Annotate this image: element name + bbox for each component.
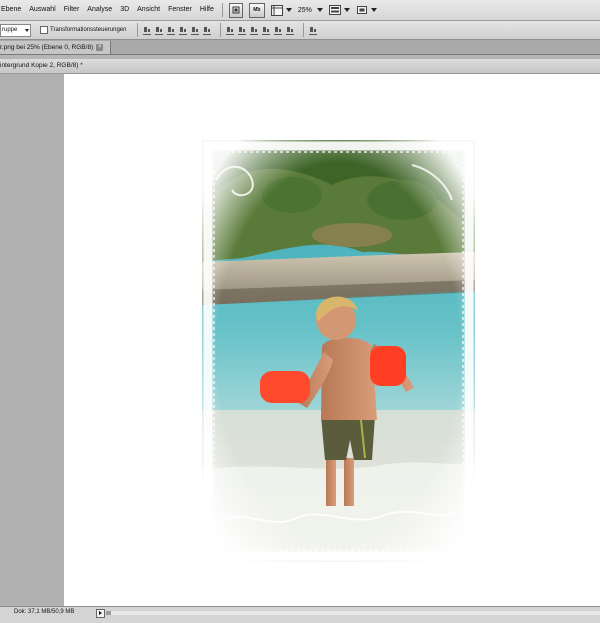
options-bar: ruppe Transformationssteuerungen — [0, 21, 600, 40]
align-horizontal-center-icon[interactable] — [190, 26, 199, 35]
menu-ebene[interactable]: Ebene — [0, 0, 25, 20]
document-tab-bar: r.png bei 25% (Ebene 0, RGB/8) × — [0, 40, 600, 55]
menu-hilfe[interactable]: Hilfe — [196, 0, 218, 20]
distribute-bottom-icon[interactable] — [249, 26, 258, 35]
options-separator — [219, 23, 221, 37]
arrange-documents-dropdown[interactable] — [328, 5, 350, 15]
zoom-dropdown[interactable]: 25% — [298, 7, 323, 14]
options-separator — [136, 23, 138, 37]
document-tab-label: r.png bei 25% (Ebene 0, RGB/8) — [0, 44, 94, 51]
document-title-bar[interactable]: intergrund Kopie 2, RGB/8) * — [0, 59, 600, 74]
menubar-separator — [221, 3, 223, 17]
transform-controls-label: Transformationssteuerungen — [50, 27, 127, 33]
align-top-icon[interactable] — [142, 26, 151, 35]
scrollbar-thumb[interactable] — [106, 611, 111, 615]
extras-dropdown[interactable] — [270, 4, 292, 16]
document-canvas[interactable] — [64, 74, 600, 606]
options-separator — [302, 23, 304, 37]
beach-photo-image — [202, 140, 475, 562]
document-title: intergrund Kopie 2, RGB/8) * — [0, 62, 83, 69]
status-bar: Dok: 37,1 MB/50,9 MB — [0, 606, 600, 623]
chevron-down-icon — [343, 8, 350, 12]
menu-fenster[interactable]: Fenster — [164, 0, 196, 20]
bridge-icon — [232, 6, 240, 14]
close-icon[interactable]: × — [96, 44, 104, 51]
distribute-vertical-center-icon[interactable] — [237, 26, 246, 35]
menu-filter[interactable]: Filter — [60, 0, 84, 20]
arrange-icon — [328, 5, 341, 15]
distribute-left-icon[interactable] — [261, 26, 270, 35]
document-tab[interactable]: r.png bei 25% (Ebene 0, RGB/8) × — [0, 41, 111, 54]
status-menu-button[interactable] — [96, 609, 105, 618]
transform-controls-checkbox[interactable] — [40, 26, 48, 34]
minibridge-label: Mb — [253, 7, 261, 13]
align-right-icon[interactable] — [202, 26, 211, 35]
chevron-down-icon — [25, 28, 29, 32]
distribute-horizontal-center-icon[interactable] — [273, 26, 282, 35]
align-vertical-center-icon[interactable] — [154, 26, 163, 35]
extras-icon — [270, 4, 283, 16]
chevron-down-icon — [370, 8, 377, 12]
auto-align-layers-icon[interactable] — [308, 26, 317, 35]
distribute-top-icon[interactable] — [225, 26, 234, 35]
zoom-level: 25% — [297, 6, 312, 14]
menu-auswahl[interactable]: Auswahl — [25, 0, 59, 20]
menu-3d[interactable]: 3D — [116, 0, 133, 20]
auto-select-dropdown[interactable]: ruppe — [0, 23, 31, 37]
align-bottom-icon[interactable] — [166, 26, 175, 35]
minibridge-button[interactable]: Mb — [248, 2, 265, 18]
chevron-down-icon — [316, 8, 323, 12]
chevron-down-icon — [285, 8, 292, 12]
menu-ansicht[interactable]: Ansicht — [133, 0, 164, 20]
distribute-right-icon[interactable] — [285, 26, 294, 35]
horizontal-scrollbar[interactable] — [106, 611, 600, 615]
workspace — [0, 74, 600, 606]
screen-mode-icon — [356, 6, 367, 14]
bridge-button[interactable] — [228, 2, 243, 18]
menu-analyse[interactable]: Analyse — [83, 0, 116, 20]
align-left-icon[interactable] — [178, 26, 187, 35]
document-size-info[interactable]: Dok: 37,1 MB/50,9 MB — [14, 609, 74, 615]
beach-photo — [202, 140, 475, 562]
screen-mode-dropdown[interactable] — [356, 5, 377, 15]
menu-bar: Ebene Auswahl Filter Analyse 3D Ansicht … — [0, 0, 600, 21]
auto-select-value: ruppe — [2, 26, 18, 33]
